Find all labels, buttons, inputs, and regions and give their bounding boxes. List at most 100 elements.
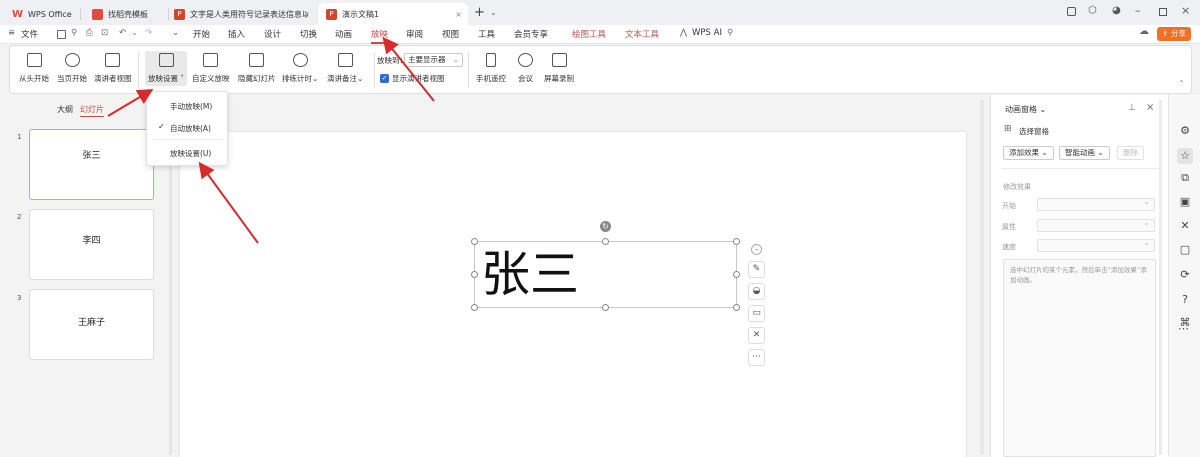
menu-text-tools[interactable]: 文本工具 <box>625 28 659 40</box>
play-from-current-button[interactable]: 当页开始 <box>57 53 87 84</box>
share-button[interactable]: ⇪ 分享 <box>1157 27 1191 41</box>
menu-wps-ai[interactable]: WPS AI <box>692 28 722 38</box>
display-icon[interactable]: ▭ <box>748 305 765 322</box>
tools-icon[interactable]: ✕ <box>1179 220 1191 232</box>
menu-review[interactable]: 审阅 <box>406 28 423 40</box>
skin-icon[interactable]: ⬡ <box>1088 5 1097 16</box>
resize-handle[interactable] <box>733 304 740 311</box>
close-tab-icon[interactable]: × <box>455 10 462 19</box>
undo-icon[interactable]: ↶ <box>119 28 126 38</box>
slide-thumbnail[interactable]: 张三 <box>29 129 154 200</box>
menu-tools[interactable]: 工具 <box>478 28 495 40</box>
tab-outline[interactable]: 大纲 <box>57 104 73 115</box>
resize-handle[interactable] <box>602 238 609 245</box>
animation-list[interactable]: 选中幻灯片的某个元素，然后单击“添加效果”添加动画。 <box>1003 259 1156 457</box>
close-icon[interactable]: × <box>1146 102 1154 113</box>
fill-icon[interactable]: ◒ <box>748 283 765 300</box>
screen-record-button[interactable]: 屏幕录制 <box>544 53 574 84</box>
phone-remote-button[interactable]: 手机遥控 <box>476 53 506 84</box>
display-select[interactable]: 主要显示器 ⌄ <box>404 53 463 67</box>
menu-view[interactable]: 视图 <box>442 28 459 40</box>
cloud-icon[interactable]: ☁ <box>1139 26 1149 37</box>
resize-handle[interactable] <box>471 304 478 311</box>
minimize-icon[interactable]: – <box>1135 4 1141 17</box>
print-icon[interactable]: ⎙ <box>86 28 93 38</box>
close-window-icon[interactable]: × <box>1181 4 1190 17</box>
tools-icon[interactable]: ✕ <box>748 327 765 344</box>
search-icon[interactable]: ⚲ <box>727 28 733 38</box>
text-box[interactable]: 张三 <box>474 241 737 308</box>
tab-slides[interactable]: 幻灯片 <box>80 104 104 117</box>
menu-insert[interactable]: 插入 <box>228 28 245 40</box>
image-icon[interactable]: ▣ <box>1179 196 1191 208</box>
hide-slide-button[interactable]: 隐藏幻灯片 <box>238 53 276 84</box>
collapse-toolbar-icon[interactable]: – <box>751 244 762 255</box>
book-icon[interactable]: ▢ <box>1179 244 1191 256</box>
cloud-sync-icon[interactable]: ⟳ <box>1179 269 1191 281</box>
tab-presentation-1[interactable]: P 演示文稿1 × <box>318 3 468 25</box>
plus-icon[interactable]: + <box>474 5 485 20</box>
property-select[interactable] <box>1037 218 1155 232</box>
play-from-start-button[interactable]: 从头开始 <box>19 53 49 84</box>
resize-handle[interactable] <box>733 271 740 278</box>
collapse-ribbon-icon[interactable]: ⌃ <box>1178 79 1185 88</box>
pen-icon[interactable]: ✎ <box>748 261 765 278</box>
slide-thumbnail[interactable]: 王麻子 <box>29 289 154 360</box>
more-horizontal-icon[interactable]: ⋯ <box>1178 322 1189 335</box>
delete-button[interactable]: 删除 <box>1117 146 1144 160</box>
tab-wps-office[interactable]: W WPS Office <box>4 3 81 25</box>
chevron-down-icon[interactable]: ⌄ <box>490 8 497 17</box>
resize-handle[interactable] <box>471 238 478 245</box>
add-effect-button[interactable]: 添加效果 ⌄ <box>1003 146 1054 160</box>
menu-animation[interactable]: 动画 <box>335 28 352 40</box>
scrollbar[interactable] <box>980 100 984 455</box>
pin-icon[interactable]: ⊥ <box>1128 103 1136 113</box>
meeting-button[interactable]: 会议 <box>518 53 533 84</box>
rotate-handle-icon[interactable]: ↻ <box>600 221 611 232</box>
open-icon[interactable]: ⚲ <box>71 28 77 38</box>
redo-icon[interactable]: ↷ <box>145 28 152 38</box>
new-file-icon[interactable] <box>57 30 66 39</box>
window-layout-icon[interactable] <box>1067 7 1076 16</box>
select-pane-link[interactable]: 选择窗格 <box>1019 126 1049 137</box>
help-icon[interactable]: ? <box>1179 294 1191 306</box>
more-dropdown-icon[interactable]: ⌄ <box>172 28 179 38</box>
menu-slideshow[interactable]: 放映 <box>371 28 389 44</box>
hamburger-icon[interactable]: ≡ <box>8 28 15 38</box>
resize-handle[interactable] <box>471 271 478 278</box>
resize-handle[interactable] <box>602 304 609 311</box>
auto-slideshow-item[interactable]: 自动放映(A) <box>170 123 211 134</box>
settings-sliders-icon[interactable]: ⚙ <box>1179 125 1191 137</box>
rehearse-timing-button[interactable]: 排练计时⌄ <box>282 53 318 84</box>
close-tab-icon[interactable]: × <box>303 10 310 19</box>
menu-design[interactable]: 设计 <box>264 28 281 40</box>
speaker-notes-button[interactable]: 演讲备注⌄ <box>327 53 363 84</box>
undo-dropdown-icon[interactable]: ⌄ <box>131 28 138 38</box>
slideshow-settings-button[interactable]: 放映设置 ˄ <box>145 51 188 86</box>
speed-select[interactable] <box>1037 238 1155 252</box>
tab-document-text[interactable]: P 文字是人类用符号记录表达信息以 × <box>166 3 316 25</box>
start-select[interactable] <box>1037 197 1155 211</box>
slideshow-settings-item[interactable]: 放映设置(U) <box>170 148 211 159</box>
maximize-icon[interactable] <box>1159 8 1167 16</box>
resize-handle[interactable] <box>733 238 740 245</box>
custom-slideshow-button[interactable]: 自定义放映 <box>192 53 230 84</box>
menu-drawing-tools[interactable]: 绘图工具 <box>572 28 606 40</box>
slide-thumbnail[interactable]: 李四 <box>29 209 154 280</box>
slide-number: 1 <box>17 133 22 141</box>
smart-animation-button[interactable]: 智能动画 ⌄ <box>1059 146 1110 160</box>
avatar[interactable]: ◕ <box>1112 5 1121 16</box>
menu-home[interactable]: 开始 <box>193 28 210 40</box>
manual-slideshow-item[interactable]: 手动放映(M) <box>170 101 212 112</box>
tab-docer-templates[interactable]: 找稻壳模板 <box>84 3 169 25</box>
scrollbar[interactable] <box>1159 100 1162 455</box>
more-icon[interactable]: ⋯ <box>748 349 765 366</box>
presenter-view-checkbox[interactable]: ✓ 显示演讲者视图 <box>380 73 445 84</box>
menu-transitions[interactable]: 切换 <box>300 28 317 40</box>
menu-member[interactable]: 会员专享 <box>514 28 548 40</box>
star-icon[interactable]: ☆ <box>1177 148 1193 164</box>
export-icon[interactable]: ⊡ <box>101 28 108 38</box>
copy-icon[interactable]: ⧉ <box>1179 172 1191 184</box>
presenter-view-button[interactable]: 演讲者视图 <box>94 53 132 84</box>
menu-file[interactable]: 文件 <box>21 28 38 40</box>
